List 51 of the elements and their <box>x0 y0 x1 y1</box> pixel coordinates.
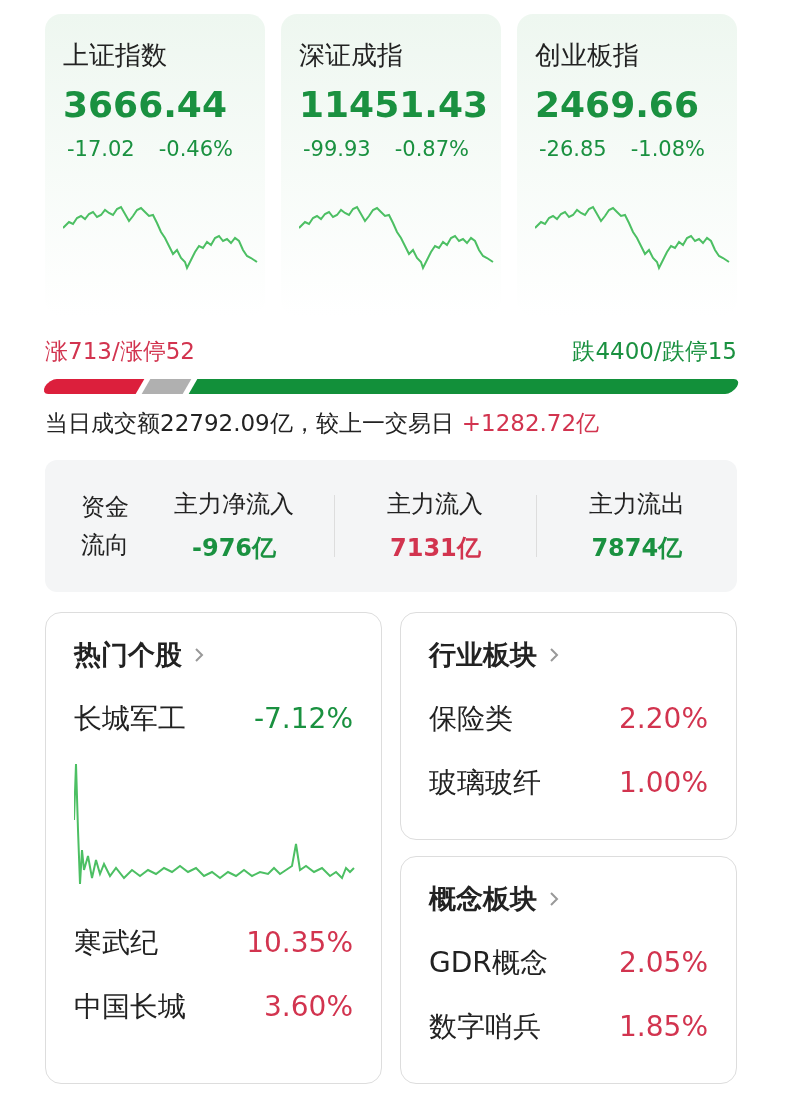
flow-value: 7874亿 <box>590 533 684 564</box>
flow-label: 主力流出 <box>587 489 686 520</box>
advancers-label: 涨713/涨停52 <box>45 337 195 366</box>
index-change: -99.93 <box>303 136 371 164</box>
index-name: 创业板指 <box>535 40 640 72</box>
fund-flow-title: 资金流向 <box>81 491 130 561</box>
list-row[interactable]: GDR概念 2.05% <box>429 941 708 984</box>
stock-change: -7.12% <box>253 700 353 737</box>
flow-value: 7131亿 <box>389 533 482 564</box>
chevron-right-icon <box>549 891 559 908</box>
list-row[interactable]: 寒武纪 10.35% <box>74 921 353 964</box>
index-value: 2469.66 <box>535 83 700 127</box>
index-value: 11451.43 <box>299 83 490 127</box>
stock-change: 3.60% <box>264 988 353 1025</box>
stock-name: 长城军工 <box>74 700 186 737</box>
stock-change: 2.20% <box>619 700 708 737</box>
panel-title: 概念板块 <box>429 882 537 916</box>
flow-label: 主力净流入 <box>173 489 295 520</box>
index-name: 深证成指 <box>299 40 404 72</box>
index-value: 3666.44 <box>63 83 228 127</box>
chevron-right-icon <box>549 647 559 664</box>
panel-title: 热门个股 <box>74 638 182 672</box>
stock-name: GDR概念 <box>429 944 548 981</box>
decliners-label: 跌4400/跌停15 <box>572 337 737 366</box>
chevron-right-icon <box>194 647 204 664</box>
turnover-change: +1282.72亿 <box>461 408 600 438</box>
list-row[interactable]: 长城军工 -7.12% <box>74 697 353 740</box>
turnover-text: 当日成交额22792.09亿，较上一交易日 <box>45 408 454 438</box>
stock-name: 寒武纪 <box>74 924 158 961</box>
index-change: -17.02 <box>67 136 135 164</box>
index-change: -26.85 <box>539 136 607 164</box>
stock-change: 1.85% <box>619 1008 708 1045</box>
index-name: 上证指数 <box>63 40 168 72</box>
stock-name: 中国长城 <box>74 988 186 1025</box>
stock-name: 数字哨兵 <box>429 1008 541 1045</box>
list-row[interactable]: 保险类 2.20% <box>429 697 708 740</box>
list-row[interactable]: 玻璃玻纤 1.00% <box>429 761 708 804</box>
panel-title: 行业板块 <box>429 638 537 672</box>
flow-value: -976亿 <box>190 533 278 564</box>
index-percent: -1.08% <box>630 136 705 164</box>
stock-name: 玻璃玻纤 <box>429 764 541 801</box>
index-percent: -0.46% <box>158 136 233 164</box>
flow-label: 主力流入 <box>386 489 485 520</box>
list-row[interactable]: 数字哨兵 1.85% <box>429 1005 708 1048</box>
index-percent: -0.87% <box>394 136 469 164</box>
stock-change: 10.35% <box>246 924 353 961</box>
stock-change: 2.05% <box>619 944 708 981</box>
stock-change: 1.00% <box>619 764 708 801</box>
fund-flow-panel[interactable]: 资金流向 主力净流入 -976亿 主力流入 7131亿 主力流出 7874亿 <box>45 460 737 592</box>
stock-name: 保险类 <box>429 700 513 737</box>
list-row[interactable]: 中国长城 3.60% <box>74 985 353 1028</box>
